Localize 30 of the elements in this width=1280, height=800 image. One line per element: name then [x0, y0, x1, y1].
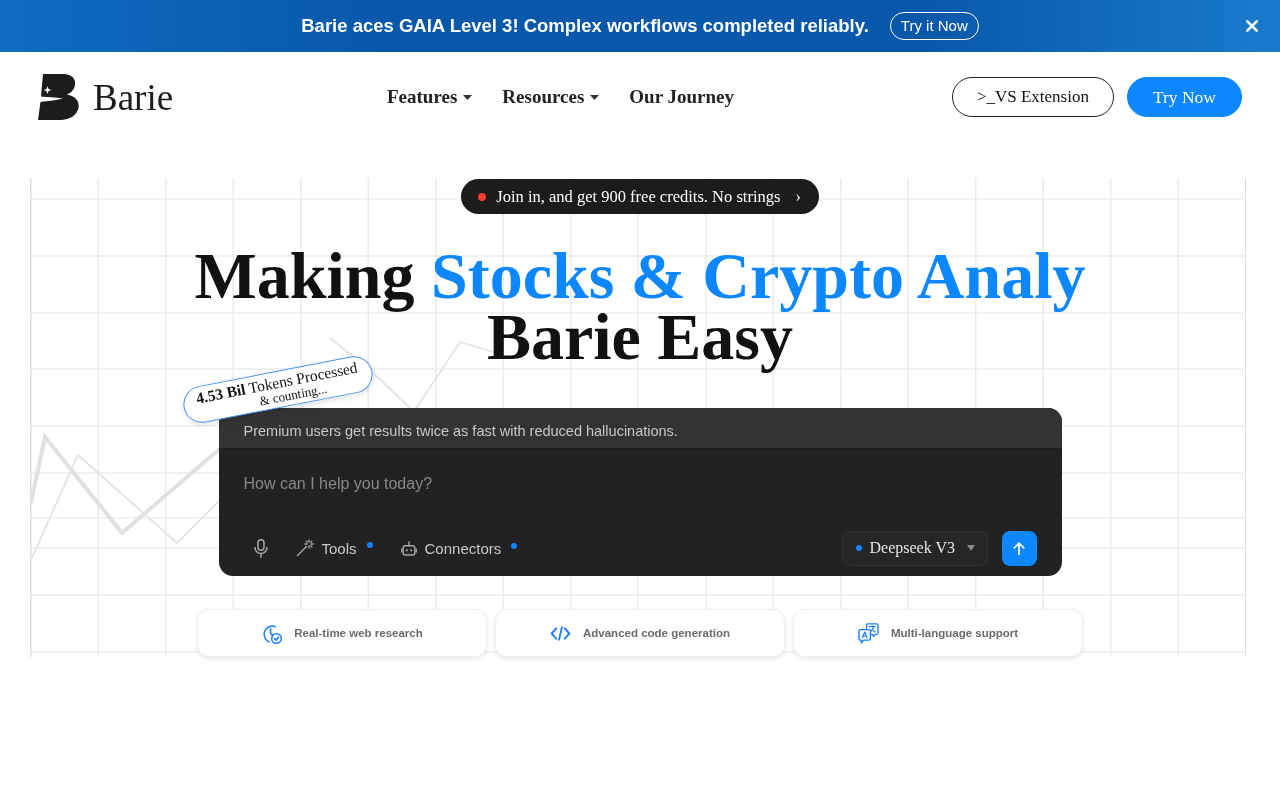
arrow-up-icon [1013, 541, 1025, 555]
announcement-pill[interactable]: Join in, and get 900 free credits. No strings › [461, 179, 819, 214]
premium-notice: Premium users get results twice as fast with reduced hallucinations. [218, 408, 1062, 449]
send-button[interactable] [1001, 530, 1037, 566]
magic-wand-icon [295, 539, 314, 557]
cta-button[interactable]: Try Now [1126, 77, 1242, 117]
model-select[interactable]: Deepseek V3 [841, 530, 988, 566]
close-icon [1246, 20, 1258, 32]
logo-icon [38, 74, 80, 120]
clock-check-icon [261, 622, 283, 644]
extension-button[interactable]: >_VS Extension [951, 77, 1114, 117]
feature-label: Multi-language support [890, 627, 1019, 639]
connectors-button[interactable]: Connectors [390, 531, 528, 565]
feature-label: Advanced code generation [583, 627, 730, 639]
tools-button[interactable]: Tools [285, 531, 383, 565]
nav-link[interactable]: Features [387, 86, 473, 108]
status-dot-icon [478, 192, 487, 201]
logo-link[interactable]: Barie [38, 74, 174, 120]
message-input[interactable]: How can I help you today? [243, 472, 1037, 496]
caret-icon [966, 545, 975, 551]
robot-icon [400, 540, 417, 556]
speech-bubbles-icon [857, 622, 879, 644]
nav-link[interactable]: Resources [502, 86, 600, 108]
feature-label: Real-time web research [294, 627, 423, 639]
status-dot-icon [855, 545, 862, 551]
banner-message: Barie aces GAIA Level 3! Complex workflows completed reliably. [301, 15, 869, 37]
code-icon [550, 625, 571, 641]
close-button[interactable] [1246, 20, 1258, 32]
nav-link[interactable]: Our Journey [629, 86, 734, 108]
microphone-icon [253, 538, 268, 558]
